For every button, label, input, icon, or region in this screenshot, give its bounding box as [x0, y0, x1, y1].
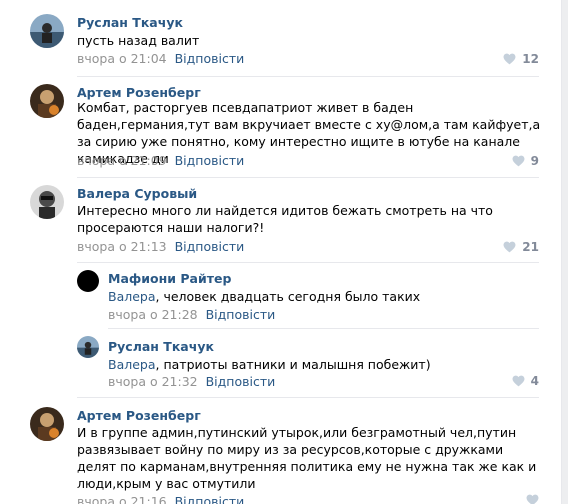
reply-link[interactable]: Відповісти: [206, 374, 276, 389]
comment-text: Валера, патриоты ватники и малышня побеж…: [108, 356, 538, 373]
like-button[interactable]: [526, 494, 539, 504]
comment-time[interactable]: вчора о 21:04: [77, 51, 167, 66]
like-count: 9: [530, 154, 539, 168]
comment-meta: вчора о 21:16 Відповісти: [77, 494, 244, 504]
heart-icon: [503, 241, 516, 253]
comment-meta: вчора о 21:09 Відповісти: [77, 153, 244, 168]
page-background-edge: [562, 0, 568, 504]
comments-panel: Руслан Ткачук пусть назад валит вчора о …: [0, 0, 562, 504]
comment-author[interactable]: Артем Розенберг: [77, 85, 201, 100]
comment-author[interactable]: Руслан Ткачук: [77, 15, 183, 30]
comment-meta: вчора о 21:13 Відповісти: [77, 239, 244, 254]
comment-meta: вчора о 21:04 Відповісти: [77, 51, 244, 66]
divider: [77, 76, 539, 77]
comment-text: И в группе админ,путинский утырок,или бе…: [77, 425, 537, 491]
mention-link[interactable]: Валера: [108, 289, 156, 304]
comment-time[interactable]: вчора о 21:13: [77, 239, 167, 254]
like-count: 21: [522, 240, 539, 254]
avatar[interactable]: [30, 84, 64, 118]
comment-text: Интересно много ли найдется идитов бежат…: [77, 203, 493, 235]
comment-meta: вчора о 21:28 Відповісти: [108, 307, 275, 322]
avatar[interactable]: [77, 270, 99, 292]
reply-link[interactable]: Відповісти: [175, 239, 245, 254]
heart-icon: [503, 53, 516, 65]
comment-time[interactable]: вчора о 21:16: [77, 494, 167, 504]
comment-text-body: , человек двадцать сегодня было таких: [155, 289, 421, 304]
avatar[interactable]: [30, 185, 64, 219]
comment-author[interactable]: Мафиони Райтер: [108, 271, 231, 286]
reply-link[interactable]: Відповісти: [175, 153, 245, 168]
like-count: 4: [530, 374, 539, 388]
like-button[interactable]: 12: [503, 52, 539, 66]
divider: [77, 397, 539, 398]
comment-time[interactable]: вчора о 21:28: [108, 307, 198, 322]
reply-link[interactable]: Відповісти: [175, 494, 245, 504]
heart-icon: [512, 155, 525, 167]
like-button[interactable]: 21: [503, 240, 539, 254]
like-count: 12: [522, 52, 539, 66]
avatar[interactable]: [77, 336, 99, 358]
comment-text: Валера, человек двадцать сегодня было та…: [108, 288, 538, 305]
like-button[interactable]: 4: [512, 374, 539, 388]
heart-icon: [512, 375, 525, 387]
reply-link[interactable]: Відповісти: [175, 51, 245, 66]
reply-link[interactable]: Відповісти: [206, 307, 276, 322]
comment-meta: вчора о 21:32 Відповісти: [108, 374, 275, 389]
avatar[interactable]: [30, 407, 64, 441]
comment-author[interactable]: Артем Розенберг: [77, 408, 201, 423]
comment-text: пусть назад валит: [77, 33, 200, 48]
comment-time[interactable]: вчора о 21:32: [108, 374, 198, 389]
heart-icon: [526, 494, 539, 504]
divider: [77, 177, 539, 178]
avatar[interactable]: [30, 14, 64, 48]
comment-text-body: , патриоты ватники и малышня побежит): [155, 357, 431, 372]
divider: [77, 262, 539, 263]
like-button[interactable]: 9: [512, 154, 539, 168]
mention-link[interactable]: Валера: [108, 357, 156, 372]
divider: [108, 328, 539, 329]
comment-author[interactable]: Валера Суровый: [77, 186, 197, 201]
comment-author[interactable]: Руслан Ткачук: [108, 339, 214, 354]
comment-time[interactable]: вчора о 21:09: [77, 153, 167, 168]
